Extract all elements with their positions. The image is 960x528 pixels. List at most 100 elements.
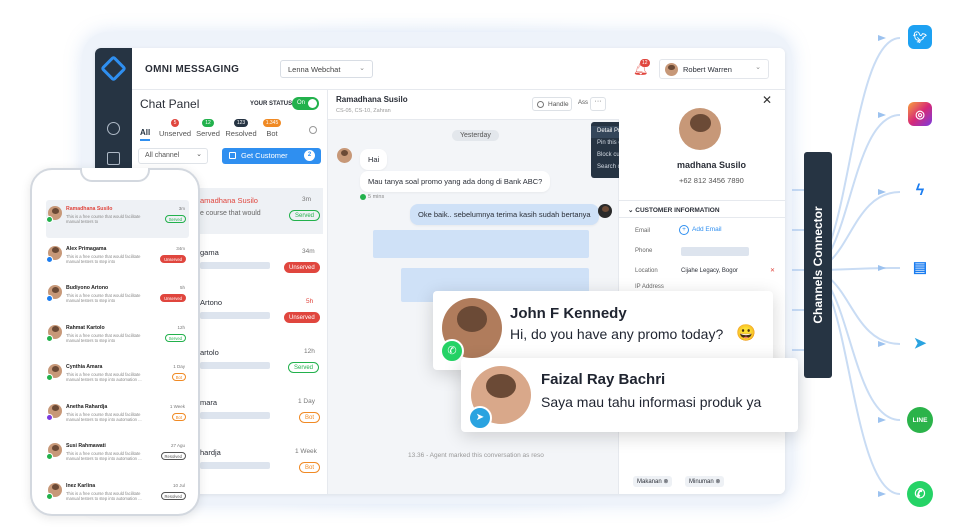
status-toggle-label: On (297, 100, 306, 106)
list-item-name: gama (200, 248, 219, 257)
remove-tag-icon[interactable]: ⊗ (663, 479, 668, 485)
channels-connector: Channels Connector (804, 152, 832, 378)
user-menu[interactable]: Robert Warren ⌄ (659, 59, 769, 79)
status-badge: Resolved (160, 491, 186, 500)
conversation-name: Ramadhana Susilo (336, 95, 408, 104)
conversation-header: Ramadhana Susilo CS-05, CS-10, Zahran Ha… (328, 90, 619, 120)
profile-avatar (679, 108, 721, 150)
contact-time: 1 Day (173, 364, 185, 369)
mobile-list-item[interactable]: Budiyono Artono This is a free course tha… (46, 282, 189, 320)
remove-icon[interactable]: ✕ (770, 267, 775, 274)
conversation-agents: CS-05, CS-10, Zahran (336, 108, 391, 114)
mobile-list-item[interactable]: Inez Karlina This is a free course that w… (46, 480, 189, 518)
mobile-list-item[interactable]: Rahmat Kartolo This is a free course that… (46, 322, 189, 360)
tag[interactable]: Makanan ⊗ (633, 476, 673, 487)
phone-notch (80, 168, 150, 182)
search-icon[interactable] (309, 126, 317, 134)
profile-phone: +62 812 3456 7890 (679, 176, 744, 185)
status-badge: Unserved (160, 254, 186, 263)
remove-tag-icon[interactable]: ⊗ (715, 479, 720, 485)
conversation-footer-note: 13.36 - Agent marked this conversation a… (408, 452, 544, 459)
contact-time: 10 Jul (172, 482, 185, 488)
assign-button[interactable]: Ass (578, 100, 588, 106)
tab-unserved[interactable]: 5 Unserved (157, 117, 193, 138)
status-badge: Bot (299, 462, 321, 473)
whatsapp-icon (360, 194, 366, 200)
contact-preview: This is a free course that would facilit… (66, 372, 142, 382)
toggle-knob (308, 99, 317, 108)
handle-button[interactable]: Handle (532, 97, 572, 111)
incoming-message: Hai (360, 149, 388, 170)
line-icon[interactable]: LINE (907, 407, 933, 433)
channel-filter[interactable]: All channel ⌄ (138, 148, 208, 164)
whatsapp-icon[interactable]: ✆ (907, 481, 933, 507)
mobile-list-item[interactable]: Cynthia Amara This is a free course that … (46, 361, 189, 399)
tag[interactable]: Minuman ⊗ (685, 476, 725, 487)
add-email-button[interactable]: + Add Email (679, 225, 722, 235)
close-icon[interactable]: ✕ (762, 93, 772, 107)
preview-placeholder (200, 462, 270, 469)
chevron-down-icon: ⌄ (755, 64, 761, 71)
status-badge: Served (164, 215, 186, 223)
message-text: Hi, do you have any promo today? (510, 326, 724, 342)
tab-bot[interactable]: 1.345 Bot (260, 117, 284, 138)
tab-resolved[interactable]: 123 Resolved (223, 117, 259, 138)
channel-icon (46, 334, 53, 342)
notification-count: 12 (640, 59, 650, 67)
user-name: Robert Warren (683, 65, 732, 74)
list-item-name: artolo (200, 348, 219, 357)
channel-select[interactable]: Lenna Webchat ⌄ (280, 60, 373, 78)
telegram-icon: ➤ (468, 406, 492, 430)
messenger-icon[interactable]: ϟ (908, 179, 932, 203)
mobile-phone: Ramadhana Susilo This is a free course th… (30, 168, 200, 516)
message-placeholder (373, 230, 589, 258)
list-item-time: 3m (302, 196, 312, 203)
contact-preview: This is a free course that would facilit… (66, 293, 141, 303)
status-badge: Unserved (284, 262, 320, 273)
message-time: 5 mins (368, 194, 385, 200)
status-toggle[interactable]: On (292, 97, 319, 110)
twitter-icon[interactable]: 🐦︎ (908, 25, 932, 49)
contact-name: Rahmat Kartolo (66, 324, 105, 331)
mobile-list-item[interactable]: Alex Primagama This is a free course that… (46, 243, 189, 281)
message-card-telegram: ➤ Faizal Ray Bachri Saya mau tahu inform… (461, 358, 798, 432)
incoming-message: Mau tanya soal promo yang ada dong di Ba… (360, 171, 551, 192)
get-customer-button[interactable]: Get Customer 2 (222, 148, 321, 164)
list-item-time: 12h (304, 348, 315, 355)
dashboard-icon[interactable] (107, 122, 120, 135)
list-item-time: 1 Week (295, 448, 317, 455)
contact-time: 1 Week (169, 403, 185, 409)
contact-preview: This is a free course that would facilit… (66, 411, 142, 422)
telegram-icon[interactable]: ➤ (908, 331, 932, 355)
channel-icon (46, 492, 53, 500)
instagram-icon[interactable]: ◎ (908, 102, 932, 126)
contact-name: Inez Karlina (66, 482, 96, 489)
status-badge: Bot (299, 412, 321, 423)
contact-preview: This is a free course that would facilit… (66, 332, 141, 343)
status-badge: Unserved (160, 294, 186, 302)
preview-placeholder (200, 312, 270, 319)
check-circle-icon (537, 101, 544, 108)
customer-avatar (337, 148, 352, 163)
channel-icon (46, 413, 53, 421)
list-item-name: hardja (200, 448, 221, 457)
list-item-name: amadhana Susilo (200, 196, 258, 205)
contact-time: 5h (179, 285, 185, 290)
more-options-button[interactable]: ··· (590, 97, 606, 111)
tab-served[interactable]: 12 Served (194, 117, 222, 138)
tab-all[interactable]: All (140, 128, 151, 141)
webchat-icon[interactable]: ▤ (908, 255, 932, 279)
contact-preview: This is a free course that would facilit… (66, 490, 142, 501)
location-value: Cijahe Legacy, Bogor (681, 268, 738, 274)
mobile-list-item[interactable]: Anetha Rahardja This is a free course tha… (46, 401, 189, 439)
user-avatar (665, 63, 678, 76)
contact-time: 3m (178, 206, 185, 211)
app-title: OMNI MESSAGING (145, 64, 240, 75)
mobile-list-item[interactable]: Ramadhana Susilo This is a free course th… (46, 203, 189, 241)
sender-name: John F Kennedy (510, 305, 627, 322)
location-label: Location (635, 268, 658, 274)
status-badge: Bot (171, 373, 186, 381)
channel-icon (46, 295, 53, 302)
hierarchy-icon[interactable] (107, 152, 120, 165)
mobile-list-item[interactable]: Susi Rahmawati This is a free course that… (46, 440, 189, 478)
